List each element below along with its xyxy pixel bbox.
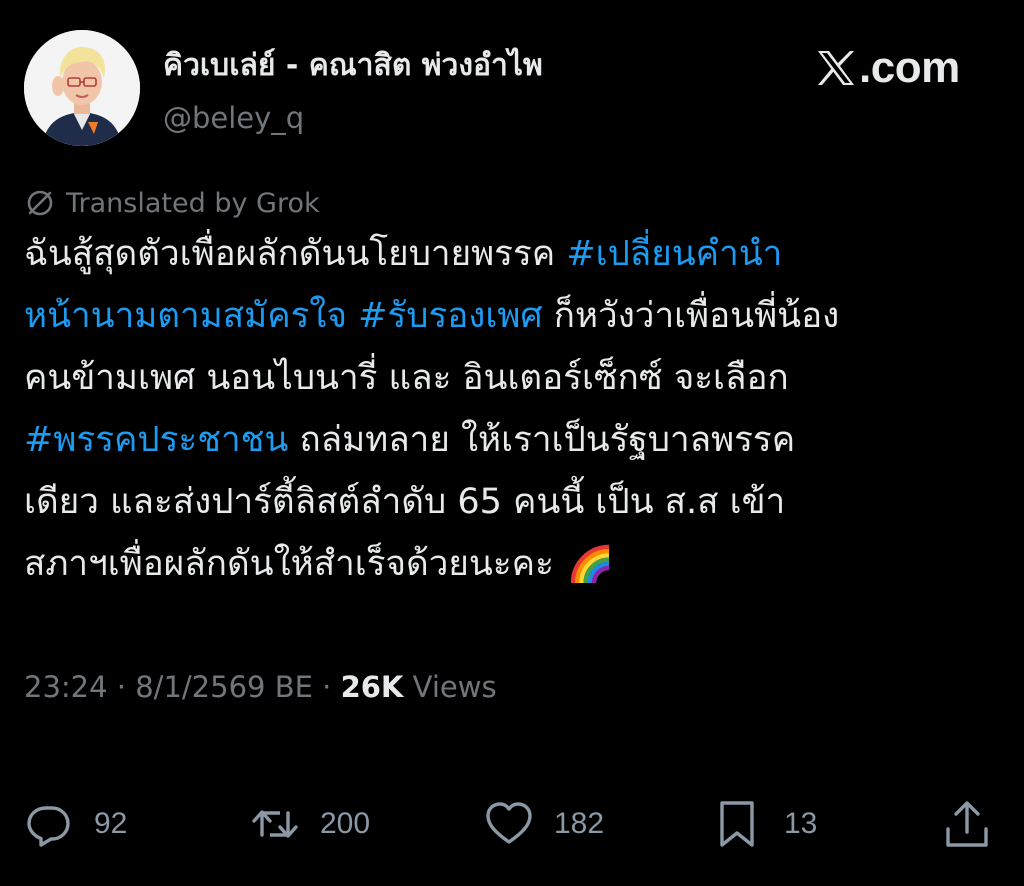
bookmark-count: 13	[784, 807, 818, 840]
translation-label: Translated by Grok	[66, 187, 320, 219]
rainbow-emoji	[570, 544, 610, 584]
tweet-meta: 23:24 · 8/1/2569 BE · 26K Views	[24, 666, 497, 708]
like-button[interactable]: 182	[484, 796, 604, 852]
repost-icon	[252, 810, 298, 838]
tweet-text-segment: ก็หวังว่าเพื่อนพี่น้อง	[542, 296, 840, 336]
repost-count: 200	[320, 807, 371, 840]
translate-icon	[27, 190, 53, 216]
x-com-text: .com	[859, 43, 960, 92]
hashtag-link[interactable]: หน้านามตามสมัครใจ	[24, 296, 347, 336]
hashtag-link[interactable]: #เปลี่ยนคำนำ	[566, 234, 782, 274]
action-bar: 92 200 182 13	[0, 796, 1024, 852]
repost-button[interactable]: 200	[250, 796, 370, 852]
translation-notice[interactable]: Translated by Grok	[24, 184, 320, 222]
tweet-line: ฉันสู้สุดตัวเพื่อผลักดันนโยบายพรรค #เปลี…	[24, 223, 1014, 285]
tweet-text-segment: คนข้ามเพศ นอนไบนารี่ และ อินเตอร์เซ็กซ์ …	[24, 358, 789, 398]
reply-count: 92	[94, 807, 128, 840]
views-count: 26K	[340, 670, 404, 704]
tweet-text-segment: ถล่มทลาย ให้เราเป็นรัฐบาลพรรค	[288, 420, 796, 460]
tweet-date[interactable]: 8/1/2569 BE	[135, 670, 313, 704]
tweet-line: หน้านามตามสมัครใจ #รับรองเพศ ก็หวังว่าเพ…	[24, 285, 1014, 347]
like-count: 182	[554, 807, 605, 840]
meta-separator: ·	[107, 670, 136, 704]
views-label: Views	[403, 670, 497, 704]
tweet-line: #พรรคประชาชน ถล่มทลาย ให้เราเป็นรัฐบาลพร…	[24, 409, 1014, 471]
tweet-line: คนข้ามเพศ นอนไบนารี่ และ อินเตอร์เซ็กซ์ …	[24, 347, 1014, 409]
profile-photo	[24, 30, 140, 146]
bookmark-icon	[720, 801, 754, 847]
tweet-line: สภาฯเพื่อผลักดันให้สำเร็จด้วยนะคะ	[24, 533, 1014, 595]
author-display-name[interactable]: คิวเบเล่ย์ - คณาสิต พ่วงอำไพ	[163, 46, 543, 86]
tweet-line: เดียว และส่งปาร์ตี้ลิสต์ลำดับ 65 คนนี้ เ…	[24, 471, 1014, 533]
tweet-text: ฉันสู้สุดตัวเพื่อผลักดันนโยบายพรรค #เปลี…	[24, 223, 1014, 595]
bookmark-button[interactable]: 13	[714, 796, 817, 852]
tweet-text-segment: ฉันสู้สุดตัวเพื่อผลักดันนโยบายพรรค	[24, 234, 567, 274]
avatar[interactable]	[24, 30, 140, 146]
x-logo-icon	[818, 51, 854, 85]
tweet-time[interactable]: 23:24	[24, 670, 108, 704]
share-icon	[946, 801, 988, 847]
tweet-text-segment: สภาฯเพื่อผลักดันให้สำเร็จด้วยนะคะ	[24, 544, 565, 584]
author-handle[interactable]: @beley_q	[163, 100, 304, 136]
share-button[interactable]	[942, 796, 992, 852]
hashtag-link[interactable]: #รับรองเพศ	[358, 296, 543, 336]
reply-button[interactable]: 92	[24, 796, 127, 852]
hashtag-link[interactable]: #พรรคประชาชน	[24, 420, 288, 460]
tweet-text-segment	[347, 296, 358, 336]
reply-icon	[27, 806, 70, 847]
x-com-brand: .com	[816, 42, 960, 94]
tweet-text-segment: เดียว และส่งปาร์ตี้ลิสต์ลำดับ 65 คนนี้ เ…	[24, 482, 786, 522]
meta-separator: ·	[312, 670, 341, 704]
heart-icon	[486, 802, 532, 844]
